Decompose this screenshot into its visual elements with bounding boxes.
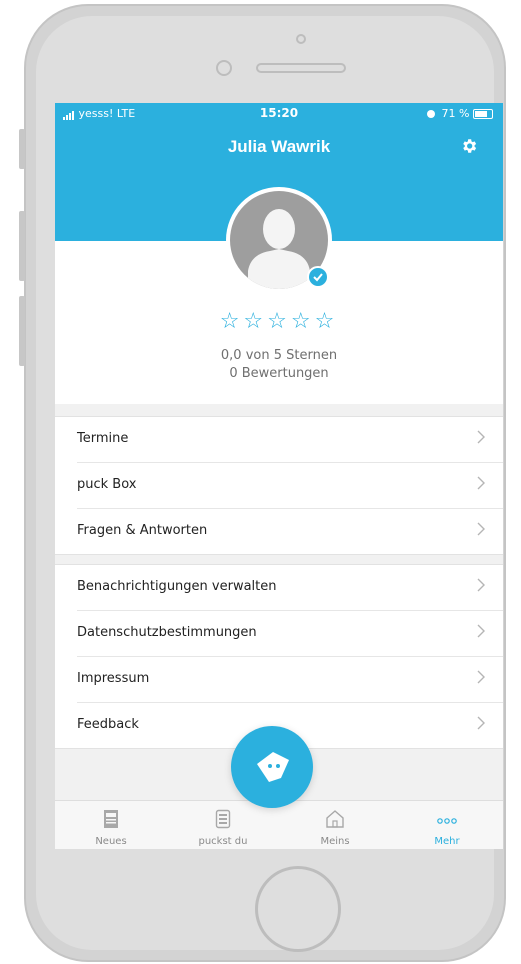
menu-item-label: puck Box — [77, 477, 137, 492]
menu-item-privacy[interactable]: Datenschutzbestimmungen — [77, 611, 503, 657]
menu-item-imprint[interactable]: Impressum — [77, 657, 503, 703]
menu-section-primary: Termine puck Box Fragen & Antworten — [55, 416, 503, 555]
rating-value-text: 0,0 von 5 Sternen — [220, 348, 338, 363]
menu-item-faq[interactable]: Fragen & Antworten — [77, 509, 503, 554]
status-bar: yesss! LTE 15:20 71 % — [55, 103, 503, 123]
list-icon — [215, 809, 231, 829]
menu-item-label: Fragen & Antworten — [77, 523, 208, 538]
battery-icon — [473, 109, 493, 119]
proximity-sensor — [216, 60, 232, 76]
verified-badge — [307, 266, 329, 288]
chevron-right-icon — [477, 476, 485, 490]
menu-section-secondary: Benachrichtigungen verwalten Datenschutz… — [55, 564, 503, 749]
tab-label: puckst du — [198, 836, 248, 847]
chevron-right-icon — [477, 624, 485, 638]
battery-info: 71 % — [427, 107, 493, 120]
tab-label: Mehr — [434, 836, 460, 847]
menu-item-label: Datenschutzbestimmungen — [77, 625, 257, 640]
tab-neues[interactable]: Neues — [55, 801, 167, 849]
volume-up-button — [19, 211, 25, 281]
menu-item-label: Feedback — [77, 717, 139, 732]
menu-item-label: Benachrichtigungen verwalten — [77, 579, 277, 594]
chevron-right-icon — [477, 578, 485, 592]
front-camera — [296, 34, 306, 44]
menu-item-termine[interactable]: Termine — [77, 417, 503, 463]
menu-item-notifications[interactable]: Benachrichtigungen verwalten — [77, 565, 503, 611]
volume-down-button — [19, 296, 25, 366]
chevron-right-icon — [477, 670, 485, 684]
battery-percent: 71 % — [441, 107, 470, 120]
chevron-right-icon — [477, 716, 485, 730]
menu-item-puck-box[interactable]: puck Box — [77, 463, 503, 509]
newspaper-icon — [104, 810, 118, 828]
tab-puckst-du[interactable]: puckst du — [167, 801, 279, 849]
alarm-icon — [427, 110, 436, 118]
tab-label: Meins — [320, 836, 350, 847]
puck-chat-button[interactable] — [231, 726, 313, 808]
tab-meins[interactable]: Meins — [279, 801, 391, 849]
tab-mehr[interactable]: Mehr — [391, 801, 503, 849]
home-button[interactable] — [255, 866, 341, 952]
review-count-text: 0 Bewertungen — [229, 366, 329, 381]
checkmark-icon — [313, 273, 323, 282]
earpiece-speaker — [256, 63, 346, 73]
menu-item-label: Termine — [77, 431, 129, 446]
gear-icon[interactable] — [460, 137, 478, 155]
app-screen: yesss! LTE 15:20 71 % Julia Wawrik ☆☆☆☆☆… — [55, 103, 503, 849]
tab-label: Neues — [95, 836, 127, 847]
rating-summary: 0,0 von 5 Sternen 0 Bewertungen — [55, 347, 503, 383]
more-icon — [437, 818, 457, 824]
mute-switch — [19, 129, 25, 169]
chevron-right-icon — [477, 430, 485, 444]
chevron-right-icon — [477, 522, 485, 536]
puck-logo-icon — [257, 752, 289, 782]
page-title: Julia Wawrik — [227, 137, 331, 156]
star-rating: ☆☆☆☆☆ — [219, 309, 339, 334]
menu-item-label: Impressum — [77, 671, 150, 686]
home-icon — [326, 810, 344, 828]
